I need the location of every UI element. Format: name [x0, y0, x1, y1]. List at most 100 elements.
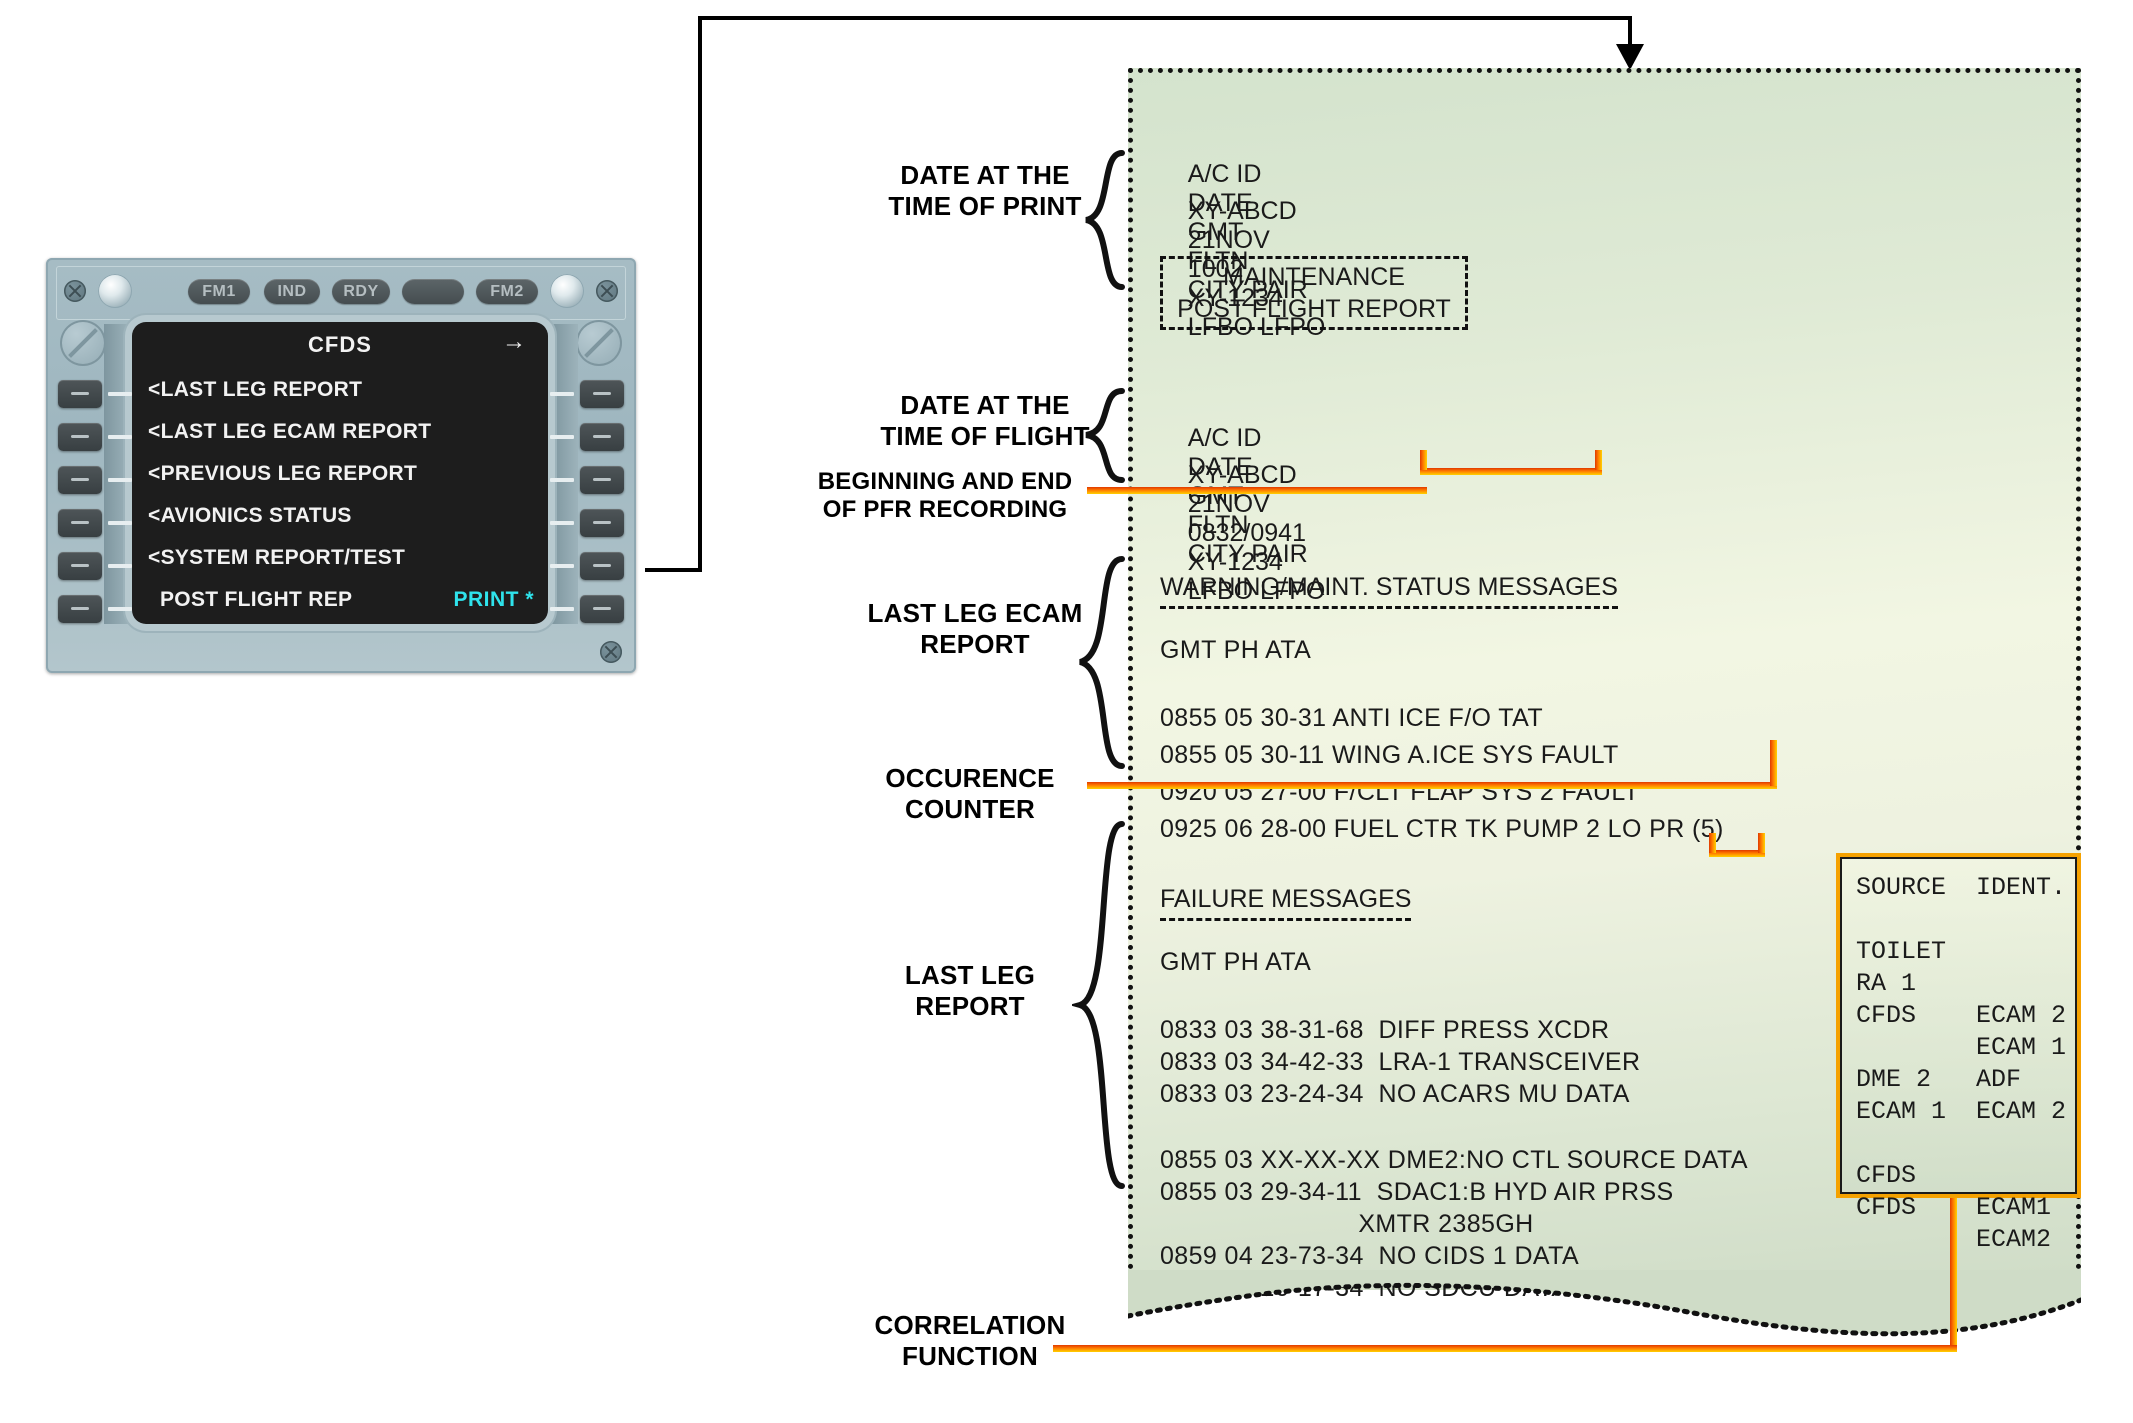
failure-row-3: 0833 03 23-24-34 NO ACARS MU DATA [1160, 1080, 1630, 1108]
lsk-tick-left-6 [108, 607, 132, 611]
bezel-rail-right [552, 324, 578, 624]
lsk-tick-left-1 [108, 392, 132, 396]
brace-last-leg-ecam-report [1078, 556, 1125, 769]
annotation-correlation-function: CORRELATION FUNCTION [820, 1310, 1120, 1371]
status-pill-fm2: FM2 [476, 279, 538, 304]
mcdu-screen: CFDS → <LAST LEG REPORT <LAST LEG ECAM R… [132, 322, 548, 624]
source-table-header-ident: IDENT. [1976, 873, 2067, 902]
lsk-left-2[interactable] [58, 423, 102, 451]
lsk-right-5[interactable] [580, 552, 624, 580]
lsk-tick-left-2 [108, 435, 132, 439]
print-header-value-acid: XY-ABCD [1187, 197, 1297, 225]
pfr-leader-line [1087, 487, 1427, 494]
menu-item-post-flight-rep[interactable]: POST FLIGHT REP [160, 588, 352, 612]
fastener-right [576, 320, 622, 366]
occurrence-leader-line [1087, 782, 1777, 789]
fastener-left [60, 320, 106, 366]
pfr-recording-tick-right [1595, 450, 1602, 470]
lsk-tick-right-1 [550, 392, 574, 396]
source-cell-8: CFDS [1856, 1161, 1917, 1190]
print-button[interactable]: PRINT * [453, 588, 534, 612]
annunciator-lamp-left[interactable] [98, 274, 132, 308]
lsk-left-6[interactable] [58, 595, 102, 623]
status-pill-rdy: RDY [332, 279, 390, 304]
source-cell-2: RA 1 [1856, 969, 1917, 998]
source-cell-3: CFDS [1856, 1001, 1917, 1030]
occurrence-counter-tick-right [1758, 833, 1765, 853]
ident-cell-4: ECAM 1 [1976, 1033, 2067, 1062]
menu-item-last-leg-report[interactable]: <LAST LEG REPORT [148, 378, 362, 402]
lsk-left-4[interactable] [58, 509, 102, 537]
lsk-right-4[interactable] [580, 509, 624, 537]
status-pill-blank [402, 279, 464, 304]
flight-header-value-gmt: 0832/0941 [1187, 519, 1306, 547]
occurrence-leader-vertical [1770, 740, 1777, 786]
report-title-line2: POST FLIGHT REPORT [1177, 295, 1451, 323]
ident-cell-9: ECAM1 [1976, 1193, 2052, 1222]
annotation-occurrence-counter: OCCURENCE COUNTER [820, 763, 1120, 824]
menu-item-last-leg-ecam-report[interactable]: <LAST LEG ECAM REPORT [148, 420, 431, 444]
lsk-tick-right-4 [550, 521, 574, 525]
status-pill-ind: IND [264, 279, 320, 304]
failure-row-8: 0859 04 23-73-34 NO CIDS 1 DATA [1160, 1242, 1580, 1270]
lsk-right-1[interactable] [580, 380, 624, 408]
menu-item-avionics-status[interactable]: <AVIONICS STATUS [148, 504, 352, 528]
ident-cell-6: ECAM 2 [1976, 1097, 2067, 1126]
annotation-pfr-recording: BEGINNING AND END OF PFR RECORDING [800, 468, 1090, 525]
lsk-tick-left-5 [108, 564, 132, 568]
failure-row-7: XMTR 2385GH [1160, 1210, 1534, 1238]
warning-row-2: 0855 05 30-11 WING A.ICE SYS FAULT [1160, 741, 1619, 769]
brace-date-at-print [1084, 150, 1125, 290]
lsk-tick-right-3 [550, 478, 574, 482]
ident-cell-5: ADF [1976, 1065, 2022, 1094]
lsk-right-3[interactable] [580, 466, 624, 494]
occurrence-counter-highlight-bar [1709, 850, 1765, 857]
annotation-pfr-recording-line1: BEGINNING AND END [817, 468, 1073, 495]
report-title-box: MAINTENANCE POST FLIGHT REPORT [1160, 256, 1468, 330]
lsk-left-5[interactable] [58, 552, 102, 580]
source-cell-9: CFDS [1856, 1193, 1917, 1222]
right-arrow-icon[interactable]: → [502, 330, 526, 354]
warning-row-4: 0925 06 28-00 FUEL CTR TK PUMP 2 LO PR (… [1160, 815, 1724, 843]
source-cell-5: DME 2 [1856, 1065, 1932, 1094]
warning-section-title: WARNING/MAINT. STATUS MESSAGES [1160, 573, 1618, 609]
correlation-leader-horizontal [1053, 1345, 1957, 1352]
pfr-recording-highlight-bar [1420, 468, 1602, 475]
source-ident-table: SOURCE IDENT. TOILET RA 1 CFDS ECAM 2 EC… [1836, 853, 2081, 1254]
warning-row-1: 0855 05 30-31 ANTI ICE F/O TAT [1160, 704, 1543, 732]
flight-header-value-acid: XY-ABCD [1187, 461, 1297, 489]
lsk-tick-right-2 [550, 435, 574, 439]
correlation-leader-vertical [1950, 1198, 1957, 1350]
screw-bottom-right [600, 641, 622, 663]
failure-row-2: 0833 03 34-42-33 LRA-1 TRANSCEIVER [1160, 1048, 1641, 1076]
print-header-value-date: 21NOV [1187, 226, 1270, 254]
brace-date-at-flight [1085, 388, 1125, 483]
source-cell-1: TOILET [1856, 937, 1947, 966]
occurrence-counter-tick-left [1709, 833, 1716, 853]
failure-column-header: GMT PH ATA [1160, 948, 1312, 976]
pfr-recording-tick-left [1420, 450, 1427, 470]
brace-last-leg-report [1072, 821, 1125, 1189]
screen-title: CFDS [308, 332, 372, 357]
menu-item-system-report-test[interactable]: <SYSTEM REPORT/TEST [148, 546, 405, 570]
failure-section-title: FAILURE MESSAGES [1160, 885, 1412, 921]
failure-row-1: 0833 03 38-31-68 DIFF PRESS XCDR [1160, 1016, 1610, 1044]
lsk-tick-left-3 [108, 478, 132, 482]
lsk-left-1[interactable] [58, 380, 102, 408]
mcdu-unit: FM1 IND RDY FM2 CFDS → <LAST LEG REPORT … [46, 258, 636, 673]
screw-top-left [64, 280, 86, 302]
warning-column-header: GMT PH ATA [1160, 636, 1312, 664]
annotation-pfr-recording-line2: OF PFR RECORDING [822, 496, 1068, 524]
lsk-tick-left-4 [108, 521, 132, 525]
flight-header-value-date: 21NOV [1187, 490, 1270, 518]
menu-item-previous-leg-report[interactable]: <PREVIOUS LEG REPORT [148, 462, 417, 486]
lsk-right-2[interactable] [580, 423, 624, 451]
source-cell-6: ECAM 1 [1856, 1097, 1947, 1126]
annunciator-lamp-right[interactable] [550, 274, 584, 308]
source-table-header-source: SOURCE [1856, 873, 1947, 902]
annotation-correlation-line1: CORRELATION [874, 1310, 1066, 1340]
ident-cell-3: ECAM 2 [1976, 1001, 2067, 1030]
lsk-right-6[interactable] [580, 595, 624, 623]
lsk-left-3[interactable] [58, 466, 102, 494]
bezel-rail-left [104, 324, 130, 624]
